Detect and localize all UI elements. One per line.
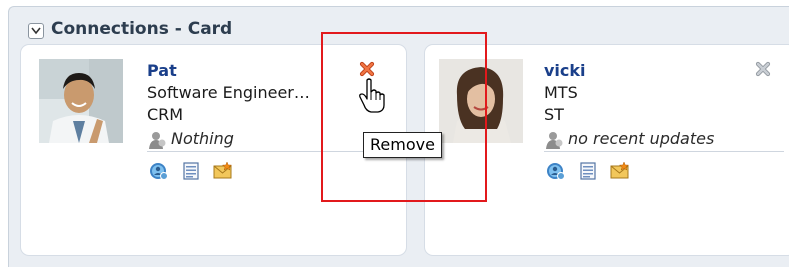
person-status-icon <box>149 132 166 149</box>
person-status-icon <box>546 132 563 149</box>
connection-icon[interactable] <box>149 161 169 181</box>
contact-title: Software Engineer… <box>147 83 310 102</box>
contact-department: ST <box>544 105 564 124</box>
email-icon[interactable] <box>610 161 630 181</box>
remove-tooltip: Remove <box>363 132 442 158</box>
contact-name[interactable]: vicki <box>544 61 586 80</box>
profile-list-icon[interactable] <box>181 161 201 181</box>
remove-icon[interactable] <box>755 61 771 77</box>
contact-department: CRM <box>147 105 184 124</box>
status-text: Nothing <box>171 129 234 148</box>
collapse-toggle-button[interactable] <box>28 23 44 39</box>
profile-photo[interactable] <box>39 59 123 143</box>
profile-list-icon[interactable] <box>578 161 598 181</box>
email-icon[interactable] <box>213 161 233 181</box>
contact-title: MTS <box>544 83 578 102</box>
status-row: no recent updates <box>544 129 784 152</box>
connection-icon[interactable] <box>546 161 566 181</box>
contact-name[interactable]: Pat <box>147 61 177 80</box>
status-text: no recent updates <box>568 129 715 148</box>
panel-title: Connections - Card <box>51 19 233 39</box>
hand-cursor-icon <box>359 78 385 113</box>
chevron-down-icon <box>31 27 41 35</box>
highlight-box <box>321 32 487 202</box>
